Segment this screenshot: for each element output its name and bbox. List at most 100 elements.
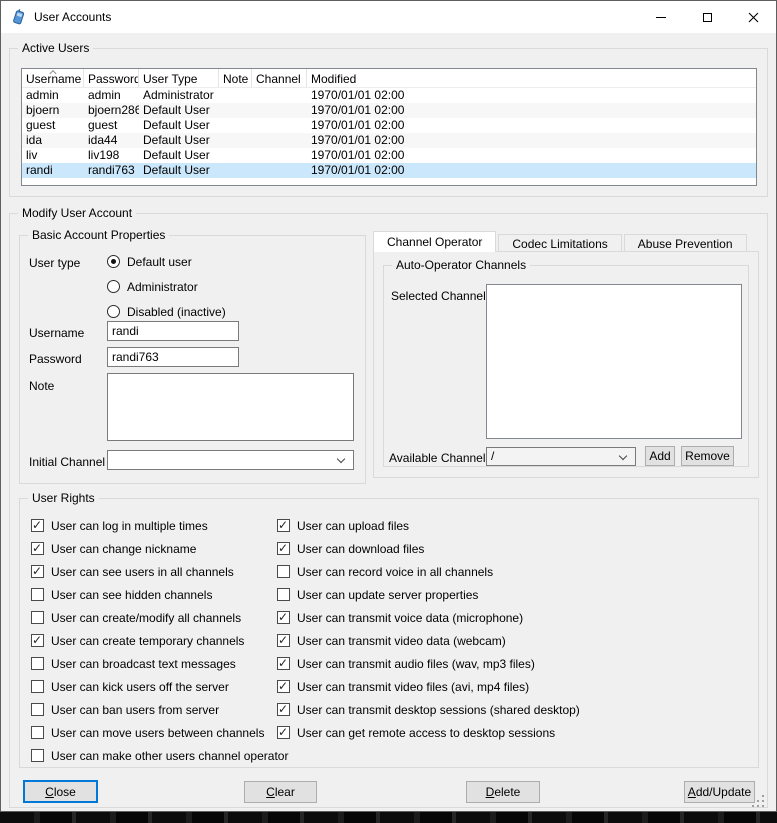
user-type-radio-group: Default userAdministratorDisabled (inact… [107, 249, 226, 324]
checkbox[interactable] [31, 542, 44, 555]
user-right-user-can-download-files[interactable]: User can download files [277, 537, 580, 560]
radio-button[interactable] [107, 255, 120, 268]
column-header-user-type[interactable]: User Type [139, 69, 219, 87]
table-row-ida[interactable]: idaida44Default User1970/01/01 02:00 [22, 133, 756, 148]
radio-button[interactable] [107, 280, 120, 293]
user-right-user-can-update-server-properties[interactable]: User can update server properties [277, 583, 580, 606]
checkbox-label: User can transmit video files (avi, mp4 … [297, 680, 529, 694]
user-right-user-can-move-users-between-channels[interactable]: User can move users between channels [31, 721, 288, 744]
user-rights-group-label: User Rights [28, 491, 99, 505]
user-right-user-can-create-modify-all-channels[interactable]: User can create/modify all channels [31, 606, 288, 629]
checkbox[interactable] [31, 749, 44, 762]
user-right-user-can-upload-files[interactable]: User can upload files [277, 514, 580, 537]
checkbox[interactable] [277, 726, 290, 739]
cell-password: liv198 [84, 148, 139, 163]
delete-button[interactable]: Delete [466, 781, 540, 803]
column-header-note[interactable]: Note [219, 69, 252, 87]
title-bar[interactable]: User Accounts [1, 1, 776, 33]
checkbox-label: User can create/modify all channels [51, 611, 241, 625]
checkbox[interactable] [277, 519, 290, 532]
checkbox[interactable] [277, 634, 290, 647]
user-accounts-window: User Accounts Active Users UsernamePassw… [0, 0, 777, 812]
user-right-user-can-broadcast-text-messages[interactable]: User can broadcast text messages [31, 652, 288, 675]
user-right-user-can-get-remote-access-to-desktop-sessions[interactable]: User can get remote access to desktop se… [277, 721, 580, 744]
checkbox[interactable] [31, 519, 44, 532]
checkbox[interactable] [277, 657, 290, 670]
tab-abuse-prevention[interactable]: Abuse Prevention [624, 234, 747, 252]
user-right-user-can-create-temporary-channels[interactable]: User can create temporary channels [31, 629, 288, 652]
clear-button[interactable]: Clear [244, 781, 317, 803]
cell-password: randi763 [84, 163, 139, 178]
available-channels-combobox[interactable]: / [486, 447, 636, 466]
checkbox-label: User can update server properties [297, 588, 478, 602]
add-update-button[interactable]: Add/Update [684, 781, 755, 803]
user-type-option-administrator[interactable]: Administrator [107, 274, 226, 299]
table-row-bjoern[interactable]: bjoernbjoern286Default User1970/01/01 02… [22, 103, 756, 118]
checkbox-label: User can create temporary channels [51, 634, 244, 648]
checkbox-label: User can transmit voice data (microphone… [297, 611, 523, 625]
user-right-user-can-ban-users-from-server[interactable]: User can ban users from server [31, 698, 288, 721]
cell-password: guest [84, 118, 139, 133]
checkbox[interactable] [277, 680, 290, 693]
add-channel-button[interactable]: Add [645, 446, 675, 466]
checkbox[interactable] [31, 588, 44, 601]
user-right-user-can-kick-users-off-the-server[interactable]: User can kick users off the server [31, 675, 288, 698]
checkbox[interactable] [31, 565, 44, 578]
checkbox[interactable] [277, 588, 290, 601]
table-row-admin[interactable]: adminadminAdministrator1970/01/01 02:00 [22, 88, 756, 103]
column-header-username[interactable]: Username [22, 69, 84, 87]
column-header-password[interactable]: Password [84, 69, 139, 87]
user-right-user-can-log-in-multiple-times[interactable]: User can log in multiple times [31, 514, 288, 537]
user-right-user-can-transmit-video-data-webcam[interactable]: User can transmit video data (webcam) [277, 629, 580, 652]
user-right-user-can-see-users-in-all-channels[interactable]: User can see users in all channels [31, 560, 288, 583]
cell-user_type: Default User [139, 118, 219, 133]
remove-channel-button[interactable]: Remove [681, 446, 734, 466]
user-right-user-can-record-voice-in-all-channels[interactable]: User can record voice in all channels [277, 560, 580, 583]
column-header-modified[interactable]: Modified [307, 69, 756, 87]
cell-user_type: Default User [139, 163, 219, 178]
user-right-user-can-transmit-video-files-avi-mp4-files[interactable]: User can transmit video files (avi, mp4 … [277, 675, 580, 698]
checkbox[interactable] [31, 726, 44, 739]
checkbox[interactable] [277, 611, 290, 624]
modify-tabs: Channel OperatorCodec LimitationsAbuse P… [373, 231, 749, 252]
checkbox[interactable] [277, 565, 290, 578]
chevron-down-icon [337, 455, 345, 463]
cell-modified: 1970/01/01 02:00 [307, 163, 756, 178]
screenshot-root: User Accounts Active Users UsernamePassw… [0, 0, 777, 823]
minimize-button[interactable] [638, 1, 684, 33]
tab-codec-limitations[interactable]: Codec Limitations [498, 234, 621, 252]
username-label: Username [29, 326, 84, 340]
checkbox[interactable] [31, 634, 44, 647]
selected-channels-list[interactable] [486, 284, 742, 439]
close-button[interactable]: Close [23, 780, 98, 803]
table-row-randi[interactable]: randirandi763Default User1970/01/01 02:0… [22, 163, 756, 178]
column-header-channel[interactable]: Channel [252, 69, 307, 87]
initial-channel-combobox[interactable] [107, 450, 354, 470]
user-right-user-can-transmit-audio-files-wav-mp3-files[interactable]: User can transmit audio files (wav, mp3 … [277, 652, 580, 675]
table-row-guest[interactable]: guestguestDefault User1970/01/01 02:00 [22, 118, 756, 133]
tab-channel-operator[interactable]: Channel Operator [373, 231, 496, 252]
username-field[interactable]: randi [107, 321, 239, 341]
user-type-option-default-user[interactable]: Default user [107, 249, 226, 274]
checkbox-label: User can transmit video data (webcam) [297, 634, 506, 648]
checkbox[interactable] [31, 657, 44, 670]
user-right-user-can-see-hidden-channels[interactable]: User can see hidden channels [31, 583, 288, 606]
user-right-user-can-transmit-voice-data-microphone[interactable]: User can transmit voice data (microphone… [277, 606, 580, 629]
checkbox[interactable] [31, 703, 44, 716]
checkbox[interactable] [277, 542, 290, 555]
close-window-button[interactable] [730, 1, 776, 33]
resize-grip[interactable] [753, 796, 766, 809]
maximize-button[interactable] [684, 1, 730, 33]
table-row-liv[interactable]: livliv198Default User1970/01/01 02:00 [22, 148, 756, 163]
user-right-user-can-make-other-users-channel-operator[interactable]: User can make other users channel operat… [31, 744, 288, 767]
radio-button[interactable] [107, 305, 120, 318]
user-table[interactable]: UsernamePasswordUser TypeNoteChannelModi… [21, 68, 757, 186]
available-channels-label: Available Channels [389, 451, 492, 465]
user-right-user-can-transmit-desktop-sessions-shared-desktop[interactable]: User can transmit desktop sessions (shar… [277, 698, 580, 721]
note-field[interactable] [107, 373, 354, 441]
user-right-user-can-change-nickname[interactable]: User can change nickname [31, 537, 288, 560]
checkbox[interactable] [277, 703, 290, 716]
checkbox[interactable] [31, 680, 44, 693]
checkbox[interactable] [31, 611, 44, 624]
password-field[interactable]: randi763 [107, 347, 239, 367]
